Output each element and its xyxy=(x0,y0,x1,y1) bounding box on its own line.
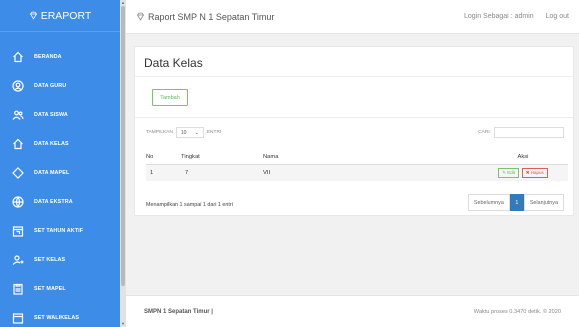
add-button[interactable]: Tambah xyxy=(152,89,188,106)
cell-aksi: ✎ Edit ✖ Hapus xyxy=(478,164,568,181)
clipboard-icon xyxy=(12,283,24,295)
entries-label: ENTRI xyxy=(206,130,222,135)
panel-heading: Data Kelas xyxy=(144,56,203,70)
delete-label: Hapus xyxy=(530,169,544,175)
sidebar-item-beranda[interactable]: BERANDA xyxy=(0,42,120,71)
topbar: Raport SMP N 1 Sepatan Timur Login Sebag… xyxy=(126,0,579,34)
user-add-icon xyxy=(12,254,24,266)
page-length-control: TAMPILKAN 10 ⌄ ENTRI xyxy=(146,127,221,138)
sidebar-item-data-mapel[interactable]: DATA MAPEL xyxy=(0,158,120,187)
page-length-select[interactable]: 10 ⌄ xyxy=(175,127,204,138)
col-header-tingkat[interactable]: Tingkat xyxy=(181,150,263,165)
sidebar-item-label: SET MAPEL xyxy=(34,285,66,292)
sidebar-item-data-kelas[interactable]: DATA KELAS xyxy=(0,129,120,158)
students-icon xyxy=(12,109,24,121)
sidebar-item-label: BERANDA xyxy=(34,53,62,60)
sidebar-item-label: SET KELAS xyxy=(34,256,66,263)
col-header-aksi[interactable]: Aksi xyxy=(478,150,568,165)
search-control: CARI: xyxy=(478,127,564,138)
sidebar-item-label: DATA GURU xyxy=(34,82,67,89)
sidebar-item-label: DATA EKSTRA xyxy=(34,198,73,205)
footer-right: Waktu proses 0.3470 detik. © 2020 xyxy=(473,308,561,315)
file-icon xyxy=(12,312,24,324)
cell-tingkat: 7 xyxy=(181,164,263,181)
pagination: Sebelumnya 1 Selanjutnya xyxy=(467,194,564,211)
data-kelas-panel: Data Kelas Tambah TAMPILKAN 10 ⌄ ENTRI C… xyxy=(134,46,574,216)
edit-button[interactable]: ✎ Edit xyxy=(498,167,520,178)
footer-left: SMPN 1 Sepatan Timur | xyxy=(144,308,213,315)
pager-prev[interactable]: Sebelumnya xyxy=(467,194,510,211)
sidebar-item-set-mapel[interactable]: SET MAPEL xyxy=(0,274,120,303)
sidebar-item-label: SET TAHUN AKTIF xyxy=(34,227,84,234)
logout-link[interactable]: Log out xyxy=(546,13,569,20)
sidebar-item-set-kelas[interactable]: SET KELAS xyxy=(0,245,120,274)
divider xyxy=(135,76,573,77)
search-label: CARI: xyxy=(478,130,491,135)
sidebar-item-label: DATA KELAS xyxy=(34,140,69,147)
close-icon: ✖ xyxy=(525,169,530,175)
edit-icon: ✎ xyxy=(502,169,507,175)
col-header-nama[interactable]: Nama xyxy=(263,150,478,165)
calendar-icon xyxy=(12,225,24,237)
user-circle-icon xyxy=(12,79,24,92)
sidebar-item-data-ekstra[interactable]: DATA EKSTRA xyxy=(0,187,120,216)
login-status: Login Sebagai : admin xyxy=(463,13,534,20)
sidebar-item-set-walikelas[interactable]: SET WALIKELAS xyxy=(0,303,120,327)
show-label: TAMPILKAN xyxy=(146,130,173,135)
divider xyxy=(135,117,573,118)
page-length-value: 10 xyxy=(180,129,187,136)
pager-next[interactable]: Selanjutnya xyxy=(523,194,564,211)
brand[interactable]: ERAPORT xyxy=(0,0,120,32)
sidebar-item-set-tahun-aktif[interactable]: SET TAHUN AKTIF xyxy=(0,216,120,245)
delete-button[interactable]: ✖ Hapus xyxy=(521,167,548,178)
globe-icon xyxy=(12,195,24,208)
home-icon xyxy=(12,138,24,150)
sidebar-menu: BERANDA DATA GURU DATA SISWA DATA KELAS … xyxy=(0,32,120,327)
sidebar-item-data-siswa[interactable]: DATA SISWA xyxy=(0,100,120,129)
col-header-no[interactable]: No xyxy=(146,150,181,165)
search-input[interactable] xyxy=(494,127,564,138)
diamond-icon xyxy=(29,11,37,20)
page-title-text: Raport SMP N 1 Sepatan Timur xyxy=(148,11,275,22)
cell-no: 1 xyxy=(146,164,181,181)
footer: SMPN 1 Sepatan Timur | Waktu proses 0.34… xyxy=(126,295,579,327)
home-icon xyxy=(12,51,24,63)
kelas-table: No Tingkat Nama Aksi 1 7 VII ✎ Edit ✖ Ha… xyxy=(146,150,568,181)
scrollbar-thumb[interactable] xyxy=(121,6,125,286)
sidebar: ERAPORT BERANDA DATA GURU DATA SISWA DAT… xyxy=(0,0,120,327)
page-title: Raport SMP N 1 Sepatan Timur xyxy=(136,12,274,22)
sidebar-item-label: DATA MAPEL xyxy=(34,169,70,176)
table-header-row: No Tingkat Nama Aksi xyxy=(146,150,568,165)
brand-name: ERAPORT xyxy=(40,9,92,22)
diamond-icon xyxy=(12,166,24,179)
sidebar-item-label: SET WALIKELAS xyxy=(34,314,80,321)
chevron-down-icon: ⌄ xyxy=(194,129,199,136)
pager-current[interactable]: 1 xyxy=(509,194,524,211)
cell-nama: VII xyxy=(263,164,478,181)
diamond-icon xyxy=(137,12,144,21)
sidebar-item-data-guru[interactable]: DATA GURU xyxy=(0,71,120,100)
table-row: 1 7 VII ✎ Edit ✖ Hapus xyxy=(146,164,568,181)
edit-label: Edit xyxy=(507,169,516,175)
table-info: Menampilkan 1 sampai 1 dari 1 entri xyxy=(146,202,233,208)
sidebar-scrollbar[interactable]: ▲ ▼ xyxy=(120,0,126,327)
sidebar-item-label: DATA SISWA xyxy=(34,111,68,118)
